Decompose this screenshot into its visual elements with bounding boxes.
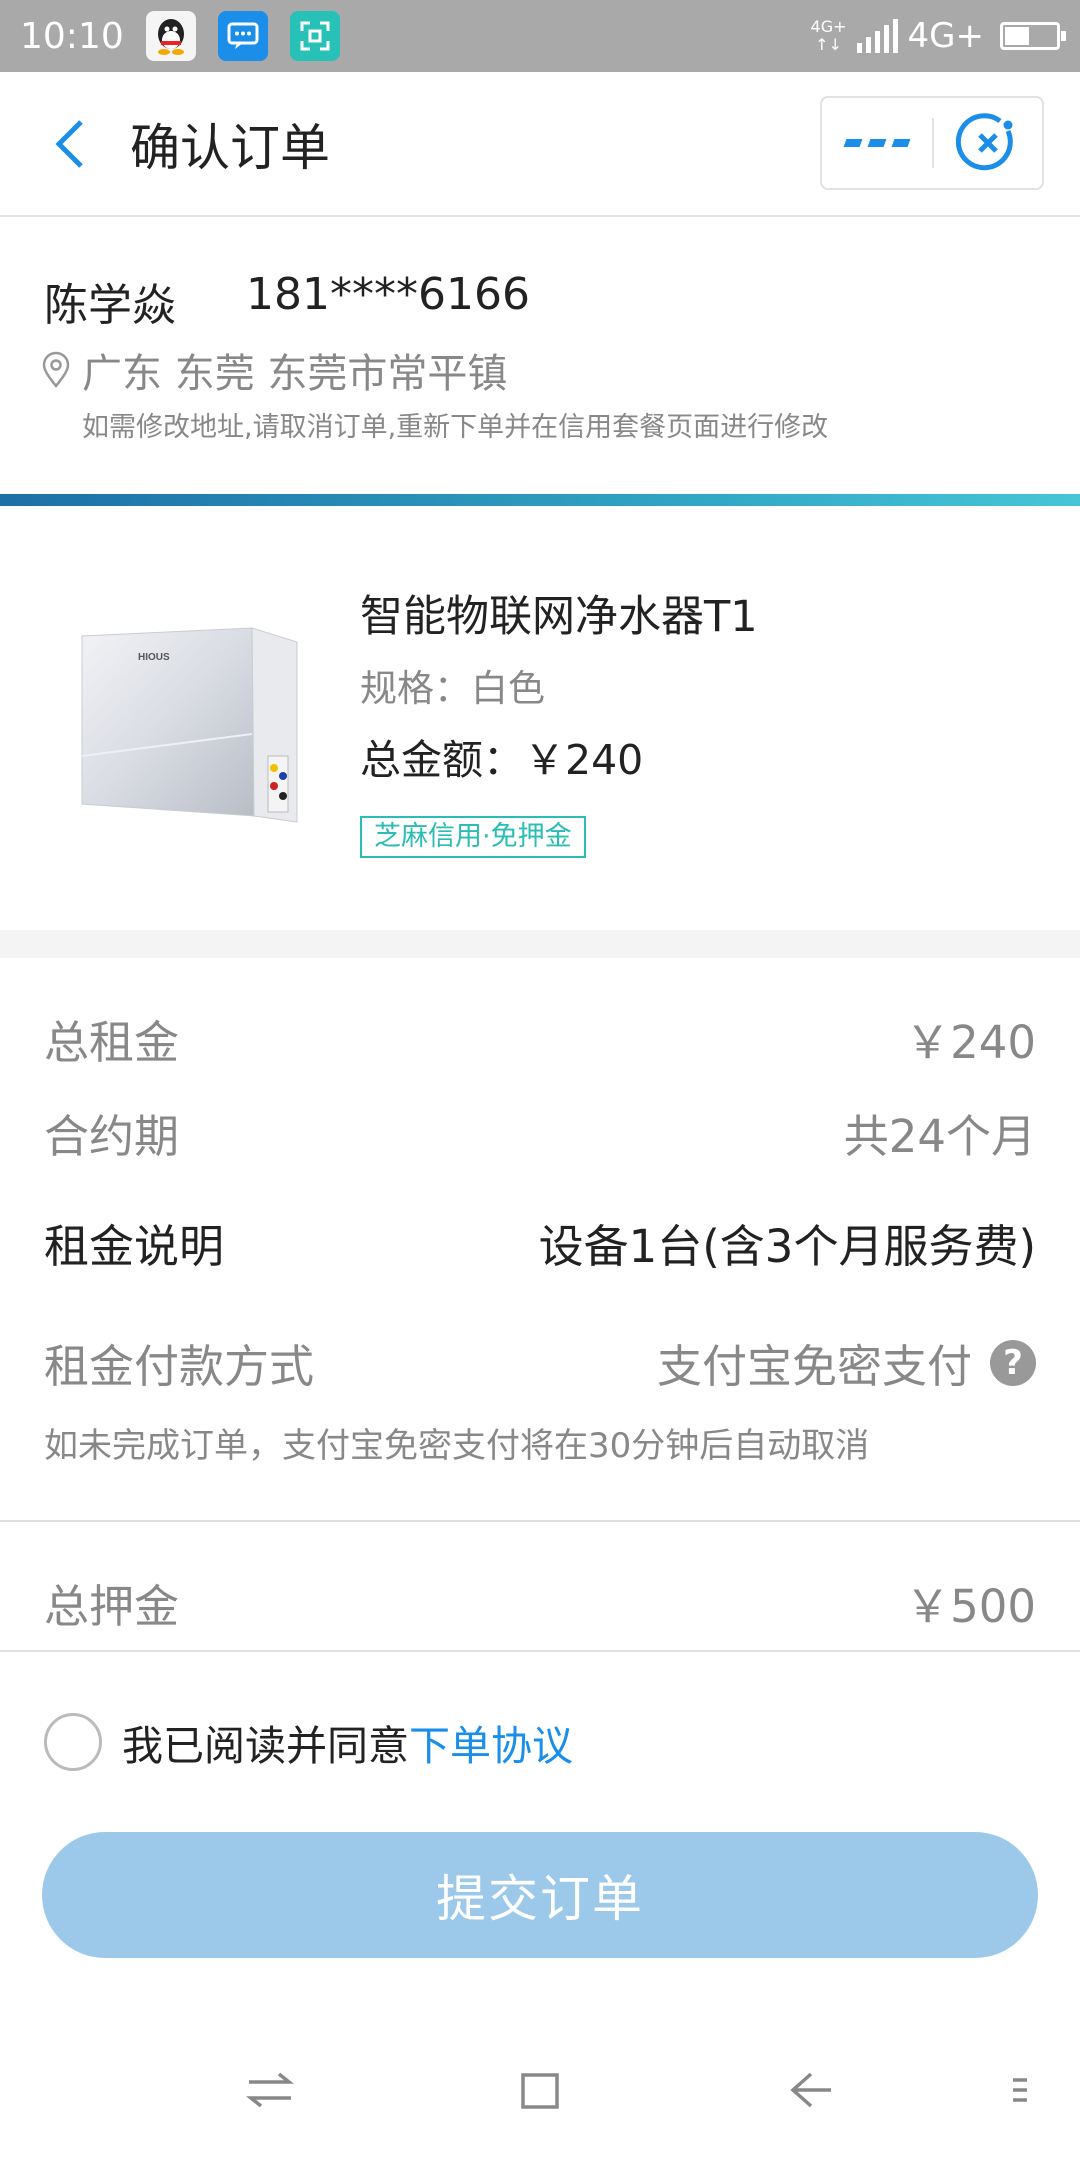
- rent-description-value: 设备1台(含3个月服务费): [538, 1220, 1036, 1273]
- agreement-link[interactable]: 下单协议: [409, 1712, 573, 1772]
- product-card: HIOUS 智能物联网净水器T1 规格：白色 总金额：￥240 芝麻信用·免押金: [0, 506, 1080, 930]
- recipient-name: 陈学焱: [44, 280, 176, 331]
- total-deposit-row: 总押金 ￥500: [44, 1570, 1036, 1635]
- product-spec: 规格：白色: [360, 667, 545, 710]
- location-pin-icon: [42, 351, 70, 389]
- back-arrow-icon: [790, 2072, 831, 2108]
- system-nav-bar: [0, 2040, 1080, 2140]
- network-mini-label: 4G+: [810, 17, 847, 36]
- product-image: HIOUS: [72, 616, 312, 836]
- network-mini-arrows: ↑↓: [815, 35, 842, 54]
- back-nav-button[interactable]: [780, 2060, 840, 2120]
- payment-method-label: 租金付款方式: [44, 1340, 315, 1393]
- agreement-row: 我已阅读并同意 下单协议: [44, 1712, 573, 1772]
- back-button[interactable]: [40, 114, 100, 174]
- scan-app-icon: [289, 11, 340, 61]
- product-total: 总金额：￥240: [360, 736, 644, 784]
- square-icon: [521, 2073, 559, 2109]
- section-separator: [0, 930, 1080, 958]
- menu-icon: [1013, 2078, 1027, 2102]
- battery-icon: [1000, 22, 1066, 50]
- close-circle-icon: [955, 113, 1013, 171]
- menu-nav-button[interactable]: [990, 2060, 1050, 2120]
- product-name: 智能物联网净水器T1: [360, 592, 758, 642]
- credit-badge: 芝麻信用·免押金: [360, 816, 586, 858]
- shipping-address: 陈学焱 181****6166 广东 东莞 东莞市常平镇 如需修改地址,请取消订…: [0, 219, 1080, 494]
- total-deposit-label: 总押金: [44, 1580, 180, 1633]
- network-mini-indicator: 4G+ ↑↓: [811, 18, 847, 54]
- chevron-left-icon: [55, 119, 83, 168]
- help-icon[interactable]: ?: [990, 1339, 1036, 1386]
- total-rent-row: 总租金 ￥240: [44, 1006, 1036, 1071]
- address-note: 如需修改地址,请取消订单,重新下单并在信用套餐页面进行修改: [82, 412, 829, 443]
- status-time: 10:10: [20, 15, 124, 57]
- qq-app-icon: [145, 11, 196, 61]
- page-title: 确认订单: [130, 118, 330, 177]
- status-bar: 10:10 4G+ ↑↓ 4G+: [0, 0, 1080, 72]
- payment-note: 如未完成订单，支付宝免密支付将在30分钟后自动取消: [44, 1426, 870, 1466]
- total-rent-value: ￥240: [905, 1016, 1036, 1069]
- contract-term-label: 合约期: [44, 1110, 180, 1163]
- switch-arrows-icon: [246, 2072, 294, 2108]
- submit-order-button[interactable]: 提交订单: [42, 1832, 1038, 1958]
- signal-icon: [856, 19, 898, 53]
- more-button[interactable]: [822, 98, 932, 188]
- close-mini-program-button[interactable]: [934, 98, 1042, 188]
- switch-nav-button[interactable]: [240, 2060, 300, 2120]
- more-dot: [843, 139, 863, 147]
- agreement-checkbox[interactable]: [44, 1713, 102, 1771]
- payment-method-value: 支付宝免密支付: [656, 1340, 972, 1393]
- contract-term-value: 共24个月: [843, 1110, 1036, 1163]
- total-rent-label: 总租金: [44, 1016, 180, 1069]
- divider: [0, 1650, 1080, 1652]
- contract-term-row: 合约期 共24个月: [44, 1100, 1036, 1165]
- address-location-row: 广东 东莞 东莞市常平镇: [40, 341, 507, 399]
- agreement-text: 我已阅读并同意: [122, 1722, 409, 1770]
- divider: [0, 1520, 1080, 1522]
- message-app-icon: [217, 11, 268, 61]
- battery-level: [1005, 27, 1030, 45]
- network-type: 4G+: [907, 16, 984, 56]
- recipient-row: 陈学焱 181****6166: [44, 269, 530, 333]
- payment-method-value-group: 支付宝免密支付 ?: [657, 1330, 1036, 1395]
- more-dot: [891, 139, 911, 147]
- product-image-brand: HIOUS: [138, 652, 170, 663]
- recipient-phone: 181****6166: [246, 269, 530, 320]
- address-divider-strip: [0, 494, 1080, 506]
- rent-description-row: 租金说明 设备1台(含3个月服务费): [44, 1210, 1036, 1275]
- address-text: 广东 东莞 东莞市常平镇: [82, 351, 508, 397]
- rent-description-label: 租金说明: [44, 1220, 225, 1273]
- mini-program-capsule: [820, 96, 1044, 190]
- payment-method-row: 租金付款方式 支付宝免密支付 ?: [44, 1330, 1036, 1395]
- more-dot: [867, 139, 887, 147]
- total-deposit-value: ￥500: [905, 1580, 1036, 1633]
- home-nav-button[interactable]: [510, 2060, 570, 2120]
- title-bar: 确认订单: [0, 72, 1080, 217]
